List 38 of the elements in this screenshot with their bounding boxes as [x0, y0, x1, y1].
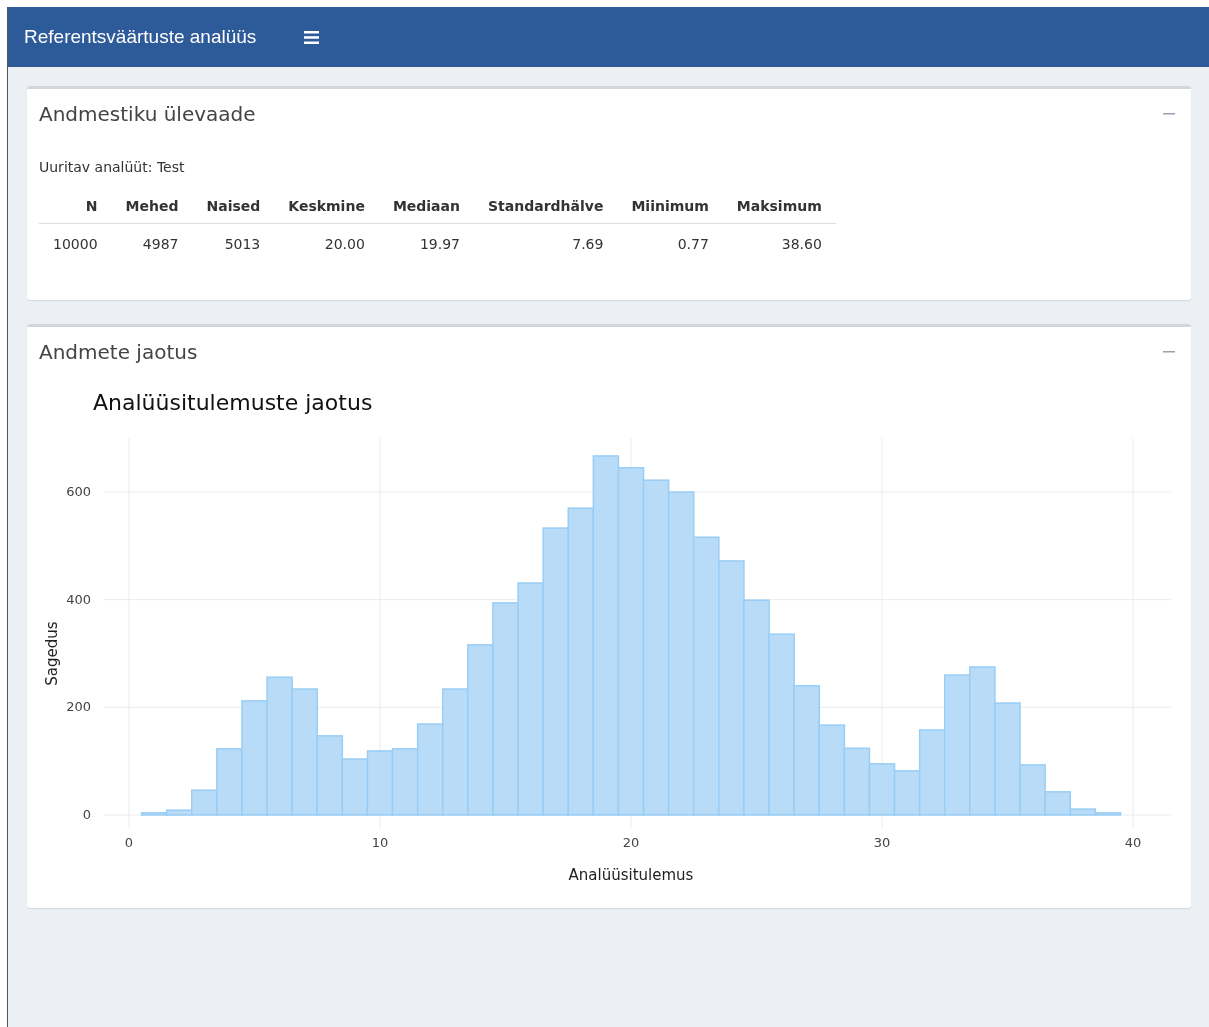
histogram-bar — [391, 748, 419, 816]
x-tick-label: 40 — [1124, 835, 1142, 850]
table-cell: 4987 — [111, 223, 193, 265]
y-tick-label: 400 — [66, 591, 91, 607]
table-cell: 0.77 — [617, 223, 723, 265]
y-tick-label: 0 — [82, 807, 91, 822]
column-header: N — [39, 190, 112, 224]
x-tick-label: 20 — [622, 835, 640, 850]
histogram-bar — [341, 758, 369, 816]
table-cell: 10000 — [39, 223, 112, 265]
table-cell: 20.00 — [274, 223, 379, 265]
table-cell: 7.69 — [474, 223, 618, 265]
histogram-bar — [843, 747, 871, 816]
chart-title: Analüüsitulemuste jaotus — [93, 390, 373, 415]
column-header: Mehed — [111, 190, 193, 224]
column-header: Mediaan — [378, 190, 474, 224]
table-cell: 5013 — [192, 223, 275, 265]
menu-icon[interactable] — [304, 30, 320, 44]
x-tick-label: 30 — [873, 835, 891, 850]
column-header: Standardhälve — [474, 190, 618, 224]
histogram-bar — [366, 750, 394, 816]
panel-title: Andmete jaotus — [39, 339, 198, 366]
column-header: Miinimum — [617, 190, 723, 224]
column-header: Maksimum — [722, 190, 836, 224]
y-tick-label: 200 — [66, 699, 91, 715]
column-header: Keskmine — [274, 190, 379, 224]
app-title: Referentsväärtuste analüüs — [24, 24, 257, 49]
histogram-bar — [868, 763, 896, 816]
analyte-label: Uuritav analüüt: Test — [39, 158, 186, 177]
x-tick-label: 10 — [371, 835, 389, 850]
table-cell: 38.60 — [722, 223, 836, 265]
x-axis-label: Analüüsitulemus — [568, 866, 694, 884]
column-header: Naised — [192, 190, 275, 224]
x-tick-label: 0 — [124, 835, 134, 850]
table-cell: 19.97 — [378, 223, 474, 265]
panel-title: Andmestiku ülevaade — [39, 101, 256, 128]
y-axis-label: Sagedus — [43, 621, 61, 686]
y-tick-label: 600 — [66, 484, 91, 499]
